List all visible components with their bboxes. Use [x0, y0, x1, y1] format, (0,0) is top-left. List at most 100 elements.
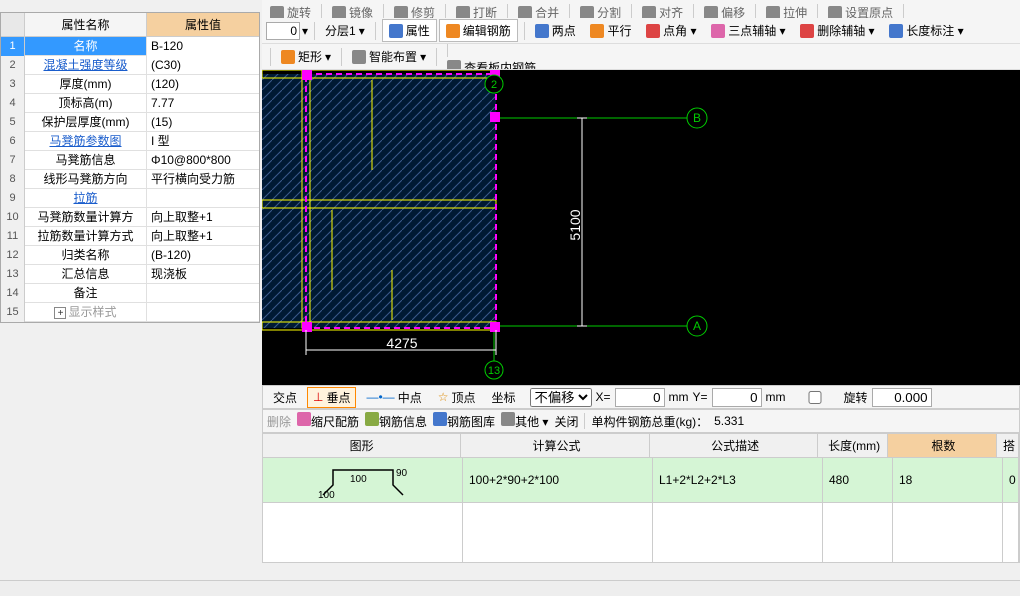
property-name: 顶标高(m) [25, 94, 147, 113]
property-row[interactable]: 15+显示样式 [1, 303, 259, 322]
edit-rebar-icon [446, 24, 460, 38]
property-row[interactable]: 14备注 [1, 284, 259, 303]
rotate-input[interactable] [872, 388, 932, 407]
row-number: 2 [1, 56, 25, 75]
snap-intersect[interactable]: 交点 [267, 387, 303, 408]
scale-icon [297, 412, 311, 426]
property-value[interactable]: (B-120) [147, 246, 259, 265]
property-name: 马凳筋参数图 [25, 132, 147, 151]
smart-layout-dropdown[interactable]: 智能布置 ▾ [348, 46, 430, 67]
expand-icon[interactable]: + [54, 307, 66, 319]
property-name: 归类名称 [25, 246, 147, 265]
offset-select[interactable]: 不偏移 [530, 388, 592, 407]
x-input[interactable] [615, 388, 665, 407]
rebar-info-button[interactable]: 钢筋信息 [365, 412, 427, 430]
cell-extra[interactable]: 0 [1003, 458, 1019, 502]
delete-button[interactable]: 删除 [267, 413, 291, 430]
aux-tool[interactable]: 平行 [586, 20, 635, 41]
header-value-col[interactable]: 属性值 [147, 13, 259, 37]
properties-button[interactable]: 属性 [382, 19, 437, 42]
property-value[interactable]: (C30) [147, 56, 259, 75]
property-row[interactable]: 2 混凝土强度等级 (C30) [1, 56, 259, 75]
property-name: 厚度(mm) [25, 75, 147, 94]
row-number: 3 [1, 75, 25, 94]
row-number: 10 [1, 208, 25, 227]
property-row[interactable]: 6 马凳筋参数图 I 型 [1, 132, 259, 151]
slab-tool[interactable]: 查看板内钢筋 [443, 57, 540, 71]
y-input[interactable] [712, 388, 762, 407]
property-value[interactable]: (15) [147, 113, 259, 132]
spinner-icon[interactable]: ▾ [302, 24, 308, 38]
scale-rebar-button[interactable]: 缩尺配筋 [297, 412, 359, 430]
header-name-col[interactable]: 属性名称 [25, 13, 147, 37]
snap-perpendicular[interactable]: ⊥垂点 [307, 387, 356, 408]
col-length[interactable]: 长度(mm) [818, 434, 887, 457]
cell-length[interactable]: 480 [823, 458, 893, 502]
rotate-checkbox[interactable] [790, 391, 840, 404]
property-row[interactable]: 9 拉筋 [1, 189, 259, 208]
grid-label-a: A [693, 319, 701, 333]
property-row[interactable]: 1名称B-120 [1, 37, 259, 56]
rebar-lib-button[interactable]: 钢筋图库 [433, 412, 495, 430]
property-row[interactable]: 11拉筋数量计算方式向上取整+1 [1, 227, 259, 246]
x-unit: mm [669, 390, 689, 404]
col-extra[interactable]: 搭 [997, 434, 1019, 457]
property-row[interactable]: 7马凳筋信息Φ10@800*800 [1, 151, 259, 170]
snap-vertex[interactable]: ☆顶点 [432, 387, 482, 408]
cell-count[interactable]: 18 [893, 458, 1003, 502]
property-link[interactable]: 马凳筋参数图 [49, 134, 121, 148]
property-value[interactable]: 7.77 [147, 94, 259, 113]
property-row[interactable]: 12归类名称(B-120) [1, 246, 259, 265]
rect-dropdown[interactable]: 矩形 ▾ [277, 46, 335, 67]
property-value[interactable]: 平行横向受力筋 [147, 170, 259, 189]
row-number: 6 [1, 132, 25, 151]
aux-tool[interactable]: 删除辅轴 ▾ [796, 20, 878, 41]
snap-coord-bar: 交点 ⊥垂点 —•—中点 ☆顶点 坐标 不偏移 X= mm Y= mm 旋转 [262, 385, 1020, 409]
properties-icon [389, 24, 403, 38]
edit-rebar-button[interactable]: 编辑钢筋 [439, 19, 518, 42]
property-value[interactable]: 向上取整+1 [147, 208, 259, 227]
aux-tool[interactable]: 三点辅轴 ▾ [707, 20, 789, 41]
property-value[interactable]: (120) [147, 75, 259, 94]
property-value[interactable]: 向上取整+1 [147, 227, 259, 246]
close-button[interactable]: 关闭 [554, 413, 578, 430]
property-row[interactable]: 8线形马凳筋方向平行横向受力筋 [1, 170, 259, 189]
property-value[interactable]: I 型 [147, 132, 259, 151]
property-value[interactable]: Φ10@800*800 [147, 151, 259, 170]
property-value[interactable]: B-120 [147, 37, 259, 56]
rebar-table-row[interactable]: 100 100 90 100+2*90+2*100 L1+2*L2+2*L3 4… [262, 458, 1020, 503]
other-dropdown[interactable]: 其他 ▾ [501, 412, 548, 430]
row-number: 9 [1, 189, 25, 208]
aux-icon [889, 24, 903, 38]
property-row[interactable]: 3厚度(mm)(120) [1, 75, 259, 94]
aux-tool[interactable]: 长度标注 ▾ [885, 20, 967, 41]
cell-desc[interactable]: L1+2*L2+2*L3 [653, 458, 823, 502]
snap-coord[interactable]: 坐标 [485, 387, 521, 408]
property-value[interactable]: 现浇板 [147, 265, 259, 284]
property-name: 线形马凳筋方向 [25, 170, 147, 189]
cell-shape[interactable]: 100 100 90 [263, 458, 463, 502]
bottom-scrollbar[interactable] [0, 580, 1020, 596]
row-number: 13 [1, 265, 25, 284]
weight-value: 5.331 [714, 414, 744, 428]
rebar-table-row-empty[interactable] [262, 503, 1020, 563]
row-number: 15 [1, 303, 25, 322]
property-row[interactable]: 10马凳筋数量计算方向上取整+1 [1, 208, 259, 227]
col-shape[interactable]: 图形 [263, 434, 461, 457]
number-input[interactable] [266, 22, 300, 40]
snap-midpoint[interactable]: —•—中点 [360, 387, 427, 408]
col-desc[interactable]: 公式描述 [650, 434, 819, 457]
grid-label-top: 2 [491, 79, 497, 91]
property-link[interactable]: 拉筋 [73, 191, 97, 205]
aux-tool[interactable]: 点角 ▾ [642, 20, 700, 41]
property-row[interactable]: 5保护层厚度(mm)(15) [1, 113, 259, 132]
col-formula[interactable]: 计算公式 [461, 434, 649, 457]
col-count[interactable]: 根数 [888, 434, 997, 457]
property-row[interactable]: 4顶标高(m)7.77 [1, 94, 259, 113]
cell-formula[interactable]: 100+2*90+2*100 [463, 458, 653, 502]
property-link[interactable]: 混凝土强度等级 [43, 58, 127, 72]
level-dropdown[interactable]: 分层1 ▾ [321, 20, 369, 41]
cad-viewport[interactable]: 4275 5100 2 13 B A [262, 70, 1020, 385]
aux-tool[interactable]: 两点 [531, 20, 580, 41]
property-row[interactable]: 13汇总信息现浇板 [1, 265, 259, 284]
